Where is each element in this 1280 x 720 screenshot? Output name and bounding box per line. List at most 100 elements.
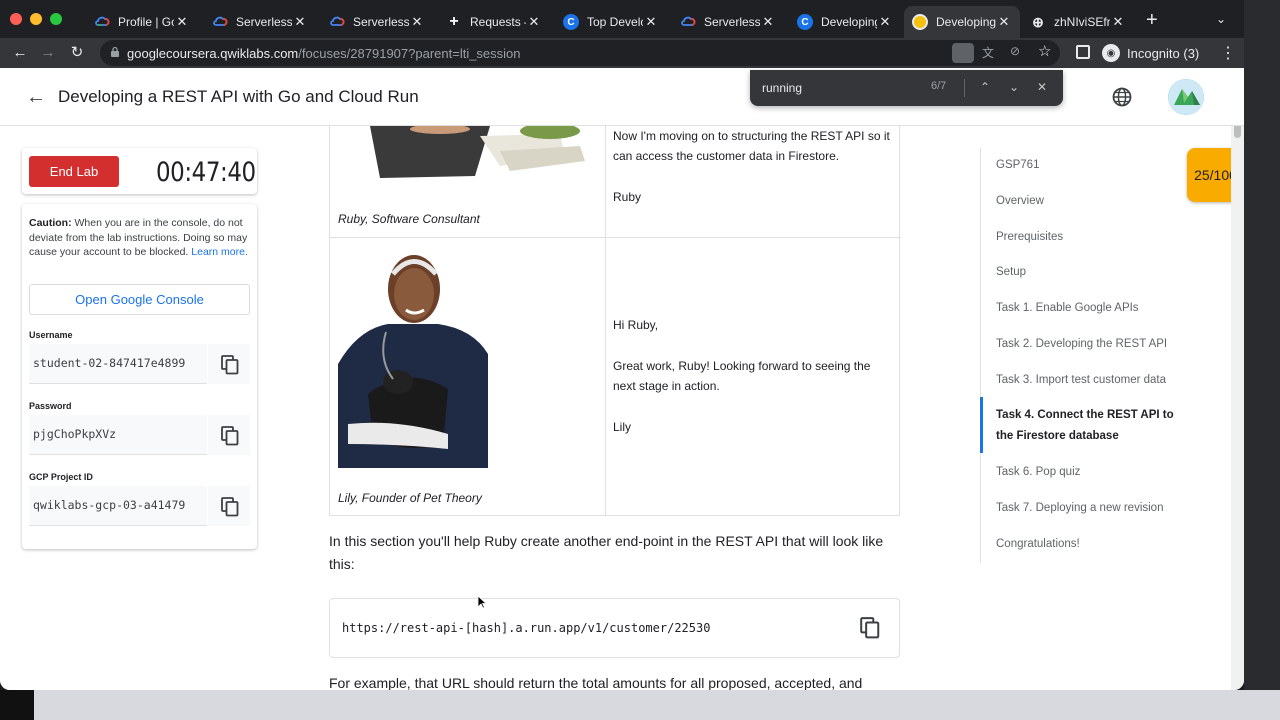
close-tab-icon[interactable]: ✕ xyxy=(526,14,542,30)
minimize-window-button[interactable] xyxy=(30,13,42,25)
password-value: pjgChoPkpXVz xyxy=(33,427,117,441)
copy-icon xyxy=(221,497,239,517)
new-tab-icon[interactable]: + xyxy=(1146,9,1158,32)
back-icon[interactable]: ← xyxy=(10,44,30,62)
close-tab-icon[interactable]: ✕ xyxy=(996,14,1012,30)
browser-tab[interactable]: C Developing ✕ xyxy=(789,6,901,38)
learn-more-link[interactable]: Learn more. xyxy=(191,246,248,258)
qwiklabs-icon xyxy=(912,14,928,30)
table-divider xyxy=(330,237,901,238)
toc-item[interactable]: Task 2. Developing the REST API xyxy=(996,334,1196,355)
toc-item[interactable]: Prerequisites xyxy=(996,227,1196,248)
browser-tab-active[interactable]: Developing ✕ xyxy=(904,6,1020,38)
page-scrollbar[interactable] xyxy=(1231,68,1244,690)
close-find-icon[interactable]: ✕ xyxy=(1033,78,1051,96)
close-tab-icon[interactable]: ✕ xyxy=(292,14,308,30)
forward-icon[interactable]: → xyxy=(38,44,58,62)
copy-icon xyxy=(221,355,239,375)
username-label: Username xyxy=(29,330,73,340)
incognito-icon: ◉ xyxy=(1102,44,1120,62)
browser-tab[interactable]: C Top Develop ✕ xyxy=(555,6,667,38)
copy-icon xyxy=(860,617,880,639)
toc-item-active[interactable]: Task 4. Connect the REST API to the Fire… xyxy=(996,405,1191,447)
tab-search-icon[interactable]: ⌄ xyxy=(1216,12,1226,26)
toc-item[interactable]: Setup xyxy=(996,262,1196,283)
tab-label: Top Develop xyxy=(587,15,643,29)
incognito-indicator[interactable]: ◉ Incognito (3) xyxy=(1102,42,1199,64)
page-title: Developing a REST API with Go and Cloud … xyxy=(58,87,419,106)
close-tab-icon[interactable]: ✕ xyxy=(174,14,190,30)
reload-icon[interactable]: ↻ xyxy=(67,44,87,62)
browser-tab[interactable]: ⊕ zhNIviSEfrx ✕ xyxy=(1022,6,1134,38)
address-bar[interactable]: googlecoursera.qwiklabs.com/focuses/2879… xyxy=(100,40,1060,66)
open-console-button[interactable]: Open Google Console xyxy=(29,284,250,315)
eye-off-icon[interactable]: ⊘ xyxy=(1010,44,1020,58)
browser-menu-icon[interactable]: ⋮ xyxy=(1220,43,1236,63)
toc-item[interactable]: Congratulations! xyxy=(996,534,1196,555)
toc-item[interactable]: Task 7. Deploying a new revision xyxy=(996,498,1196,519)
close-window-button[interactable] xyxy=(10,13,22,25)
find-divider xyxy=(964,79,965,97)
cloud-icon xyxy=(680,14,696,30)
browser-tab[interactable]: Serverless ✕ xyxy=(672,6,784,38)
close-tab-icon[interactable]: ✕ xyxy=(643,14,659,30)
find-previous-icon[interactable]: ⌃ xyxy=(976,78,994,96)
side-panel-icon[interactable] xyxy=(1076,45,1090,59)
browser-tab[interactable]: Serverless ✕ xyxy=(204,6,316,38)
back-arrow-icon[interactable]: ← xyxy=(26,86,46,109)
language-globe-icon[interactable] xyxy=(1111,86,1133,108)
toc-item[interactable]: Overview xyxy=(996,191,1196,212)
username-field[interactable]: student-02-847417e4899 xyxy=(29,344,250,384)
copy-project-id-button[interactable] xyxy=(207,486,250,526)
toc-item[interactable]: GSP761 xyxy=(996,155,1196,176)
close-tab-icon[interactable]: ✕ xyxy=(877,14,893,30)
incognito-label: Incognito (3) xyxy=(1127,45,1200,61)
ruby-signature: Ruby xyxy=(613,190,642,204)
maximize-window-button[interactable] xyxy=(50,13,62,25)
project-id-label: GCP Project ID xyxy=(29,472,93,482)
find-bar: 6/7 ⌃ ⌄ ✕ xyxy=(750,70,1063,106)
copy-password-button[interactable] xyxy=(207,415,250,455)
password-field[interactable]: pjgChoPkpXVz xyxy=(29,415,250,455)
cloud-icon xyxy=(94,14,110,30)
toc-item[interactable]: Task 6. Pop quiz xyxy=(996,462,1196,483)
cloud-icon xyxy=(329,14,345,30)
project-id-field[interactable]: qwiklabs-gcp-03-a41479 xyxy=(29,486,250,526)
lock-icon xyxy=(110,46,120,58)
find-next-icon[interactable]: ⌄ xyxy=(1005,78,1023,96)
tab-label: Serverless xyxy=(353,15,409,29)
browser-tab[interactable]: + Requests – ✕ xyxy=(438,6,550,38)
plus-icon: + xyxy=(449,13,459,30)
lily-signature: Lily xyxy=(613,420,632,434)
find-input[interactable] xyxy=(762,79,912,97)
translate-icon[interactable]: 文 xyxy=(982,44,994,61)
toc-item[interactable]: Task 1. Enable Google APIs xyxy=(996,298,1196,319)
section-paragraph: In this section you'll help Ruby create … xyxy=(329,533,884,572)
project-id-value: qwiklabs-gcp-03-a41479 xyxy=(33,498,186,512)
example-paragraph: For example, that URL should return the … xyxy=(329,675,863,690)
copy-username-button[interactable] xyxy=(207,344,250,384)
caution-text: Caution: When you are in the console, do… xyxy=(29,216,251,260)
tab-label: Developing xyxy=(936,15,996,29)
dialogue-table: Ruby, Software Consultant Now I'm moving… xyxy=(329,126,901,516)
browser-tab[interactable]: Serverless ✕ xyxy=(321,6,433,38)
close-tab-icon[interactable]: ✕ xyxy=(760,14,776,30)
toc-active-indicator xyxy=(980,397,983,453)
end-lab-button[interactable]: End Lab xyxy=(29,156,119,187)
find-count: 6/7 xyxy=(931,80,947,92)
username-value: student-02-847417e4899 xyxy=(33,356,186,370)
browser-tab[interactable]: Profile | Go ✕ xyxy=(86,6,198,38)
close-tab-icon[interactable]: ✕ xyxy=(409,14,425,30)
toc-item[interactable]: Task 3. Import test customer data xyxy=(996,370,1196,391)
ruby-message: Now I'm moving on to structuring the RES… xyxy=(613,129,890,163)
browser-window: Profile | Go ✕ Serverless ✕ Serverless ✕… xyxy=(0,0,1244,690)
url-host: googlecoursera.qwiklabs.com xyxy=(127,46,299,61)
close-tab-icon[interactable]: ✕ xyxy=(1110,14,1126,30)
c-icon: C xyxy=(563,14,579,30)
copy-code-button[interactable] xyxy=(860,617,882,641)
tab-label: zhNIviSEfrx xyxy=(1054,15,1110,29)
tab-label: Requests – xyxy=(470,15,526,29)
bookmark-star-icon[interactable]: ☆ xyxy=(1038,42,1051,60)
find-in-page-icon[interactable] xyxy=(952,43,974,63)
avatar[interactable] xyxy=(1168,79,1204,115)
